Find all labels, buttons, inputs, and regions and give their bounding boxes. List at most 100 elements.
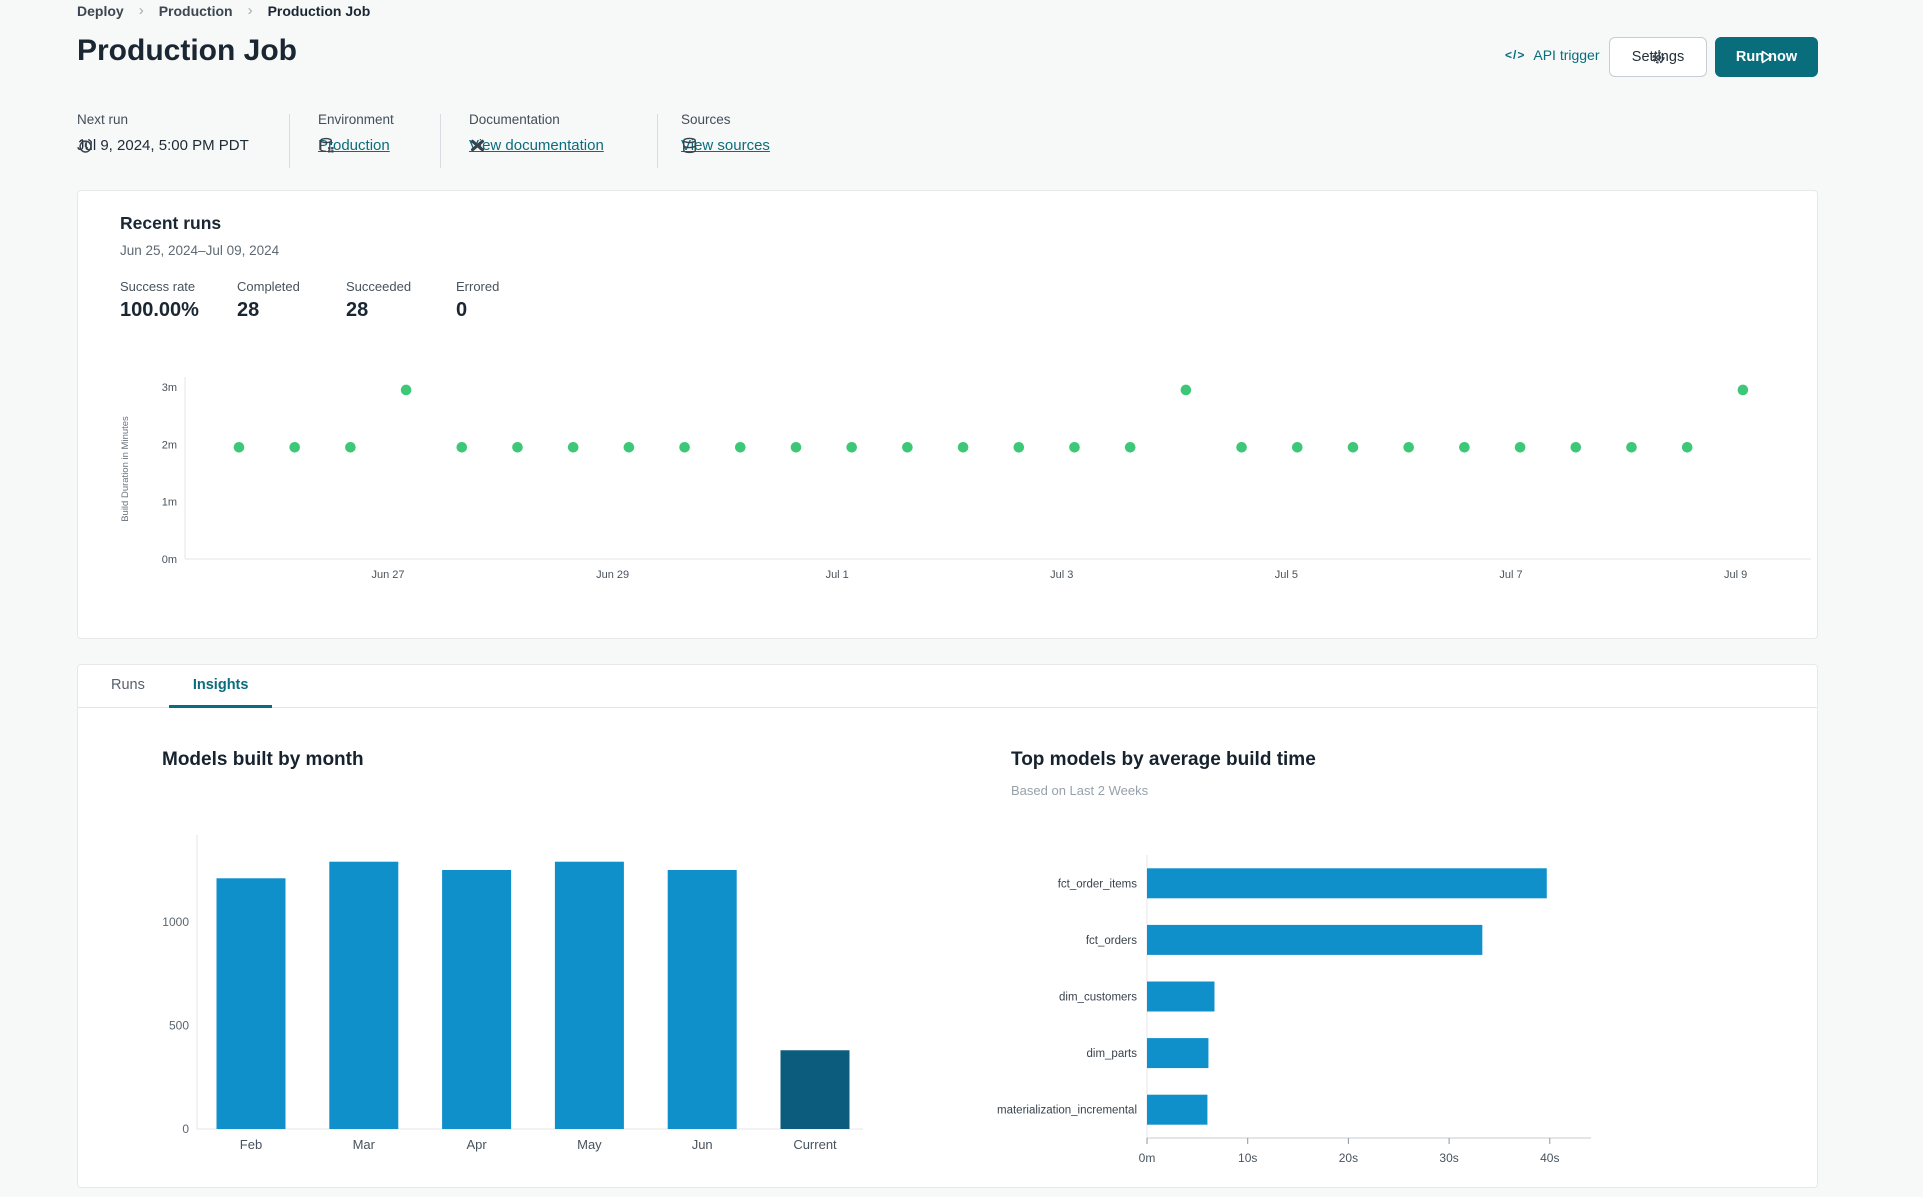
scatter-point[interactable] [902,441,913,453]
svg-text:Jul 9: Jul 9 [1724,569,1747,581]
svg-text:Current: Current [793,1137,837,1152]
breadcrumb-production[interactable]: Production [159,3,233,19]
environment-icon [319,137,334,153]
scatter-point[interactable] [1737,384,1749,396]
divider [440,114,441,168]
stat-errored: Errored 0 [456,279,500,321]
scatter-point[interactable] [846,441,857,453]
scatter-point[interactable] [1459,441,1470,453]
api-trigger-label: API trigger [1533,47,1600,63]
svg-text:May: May [577,1137,602,1152]
next-run-label: Next run [77,112,129,127]
stat-success-rate: Success rate 100.00% [120,279,199,321]
stat-succeeded: Succeeded 28 [346,279,412,321]
scatter-point[interactable] [1347,441,1359,453]
model-bar-fct_order_items[interactable] [1147,868,1547,899]
dbt-docs-icon [470,139,485,152]
model-bar-dim_parts[interactable] [1147,1038,1209,1069]
play-icon [1761,50,1772,64]
model-bar-dim_customers[interactable] [1147,981,1215,1012]
code-icon: </> [1505,48,1526,62]
build-duration-scatter-chart: 3m 2m 1m 0m Jun 27 Jun 29 Jul 1 Jul 3 Jul 5 Jul 7… [120,377,1811,581]
svg-text:10s: 10s [1238,1151,1257,1165]
scatter-point[interactable] [512,441,523,453]
breadcrumb-deploy[interactable]: Deploy [77,3,124,19]
sources-section: Sources View sources [681,112,770,154]
api-trigger-link[interactable]: </> API trigger [1505,47,1600,63]
svg-text:Jul 3: Jul 3 [1050,569,1073,581]
scatter-point[interactable] [289,441,300,453]
sources-label: Sources [681,112,731,127]
tab-runs[interactable]: Runs [87,665,169,708]
month-bar-jun[interactable] [667,870,737,1129]
scatter-point[interactable] [1626,441,1637,453]
scatter-point[interactable] [345,441,356,453]
recent-runs-date-range: Jun 25, 2024–Jul 09, 2024 [120,243,280,258]
month-bar-feb[interactable] [216,878,286,1129]
scatter-point[interactable] [1570,441,1582,453]
run-now-button[interactable]: Run now [1715,37,1818,77]
database-icon [683,137,696,154]
scatter-point[interactable] [567,441,579,453]
svg-text:40s: 40s [1540,1151,1559,1165]
scatter-point[interactable] [1013,441,1025,453]
svg-text:3m: 3m [162,382,177,394]
svg-text:Jul 7: Jul 7 [1499,569,1522,581]
svg-text:dim_customers: dim_customers [1059,992,1137,1004]
scatter-point[interactable] [1681,441,1693,453]
scatter-point[interactable] [1069,441,1080,453]
tab-insights[interactable]: Insights [168,665,273,708]
scatter-point[interactable] [679,441,690,453]
svg-text:Apr: Apr [466,1137,487,1152]
environment-section: Environment Production [318,112,394,154]
insights-card: Runs Insights Models built by month 0 500… [77,664,1818,1188]
gear-icon [1651,50,1665,64]
month-bar-mar[interactable] [329,861,399,1129]
svg-text:materialization_incremental: materialization_incremental [997,1105,1137,1117]
scatter-point[interactable] [1292,441,1303,453]
scatter-point[interactable] [456,441,468,453]
view-documentation-link[interactable]: View documentation [469,137,604,154]
scatter-point[interactable] [1403,441,1414,453]
models-built-bar-chart: 0 500 1000 Feb Mar Apr May Jun Current [162,835,863,1152]
scatter-point[interactable] [957,441,969,453]
svg-text:Jun 27: Jun 27 [371,569,404,581]
divider [289,114,290,168]
environment-label: Environment [318,112,394,127]
chevron-right-icon: › [138,2,144,19]
breadcrumb-production-job: Production Job [267,2,371,19]
svg-text:2m: 2m [162,439,177,451]
divider [657,114,658,168]
svg-text:0m: 0m [162,554,177,566]
top-models-chart-subtitle: Based on Last 2 Weeks [1011,783,1149,798]
next-run-value: Jul 9, 2024, 5:00 PM PDT [77,137,249,154]
model-bar-fct_orders[interactable] [1147,924,1483,955]
documentation-label: Documentation [469,112,560,127]
scatter-point[interactable] [790,441,802,453]
scatter-point[interactable] [400,384,412,396]
svg-text:0: 0 [182,1122,189,1136]
tabbar: Runs Insights [78,665,1817,708]
alarm-clock-icon [79,139,92,153]
documentation-section: Documentation View documentation [469,112,604,154]
svg-text:fct_order_items: fct_order_items [1058,878,1138,890]
svg-text:1000: 1000 [162,915,189,929]
top-models-hbar-chart: 0m 10s 20s 30s 40s fct_order_items fct_ordersd… [997,855,1591,1165]
svg-text:0m: 0m [1139,1151,1156,1165]
scatter-point[interactable] [623,441,635,453]
scatter-point[interactable] [1236,441,1247,453]
scatter-point[interactable] [233,441,245,453]
top-models-chart-title: Top models by average build time [1011,749,1316,770]
model-bar-materialization_incremental[interactable] [1147,1094,1208,1125]
scatter-point[interactable] [735,441,746,453]
settings-button[interactable]: Settings [1609,37,1707,77]
month-bar-current[interactable] [780,1050,850,1129]
svg-text:fct_orders: fct_orders [1086,935,1137,947]
month-bar-apr[interactable] [442,870,512,1129]
production-job-page: Deploy › Production › Production Job Pro… [0,0,1923,1197]
scatter-point[interactable] [1124,441,1136,453]
models-built-chart-title: Models built by month [162,749,364,770]
scatter-point[interactable] [1514,441,1526,453]
scatter-point[interactable] [1180,384,1192,396]
month-bar-may[interactable] [554,861,624,1129]
